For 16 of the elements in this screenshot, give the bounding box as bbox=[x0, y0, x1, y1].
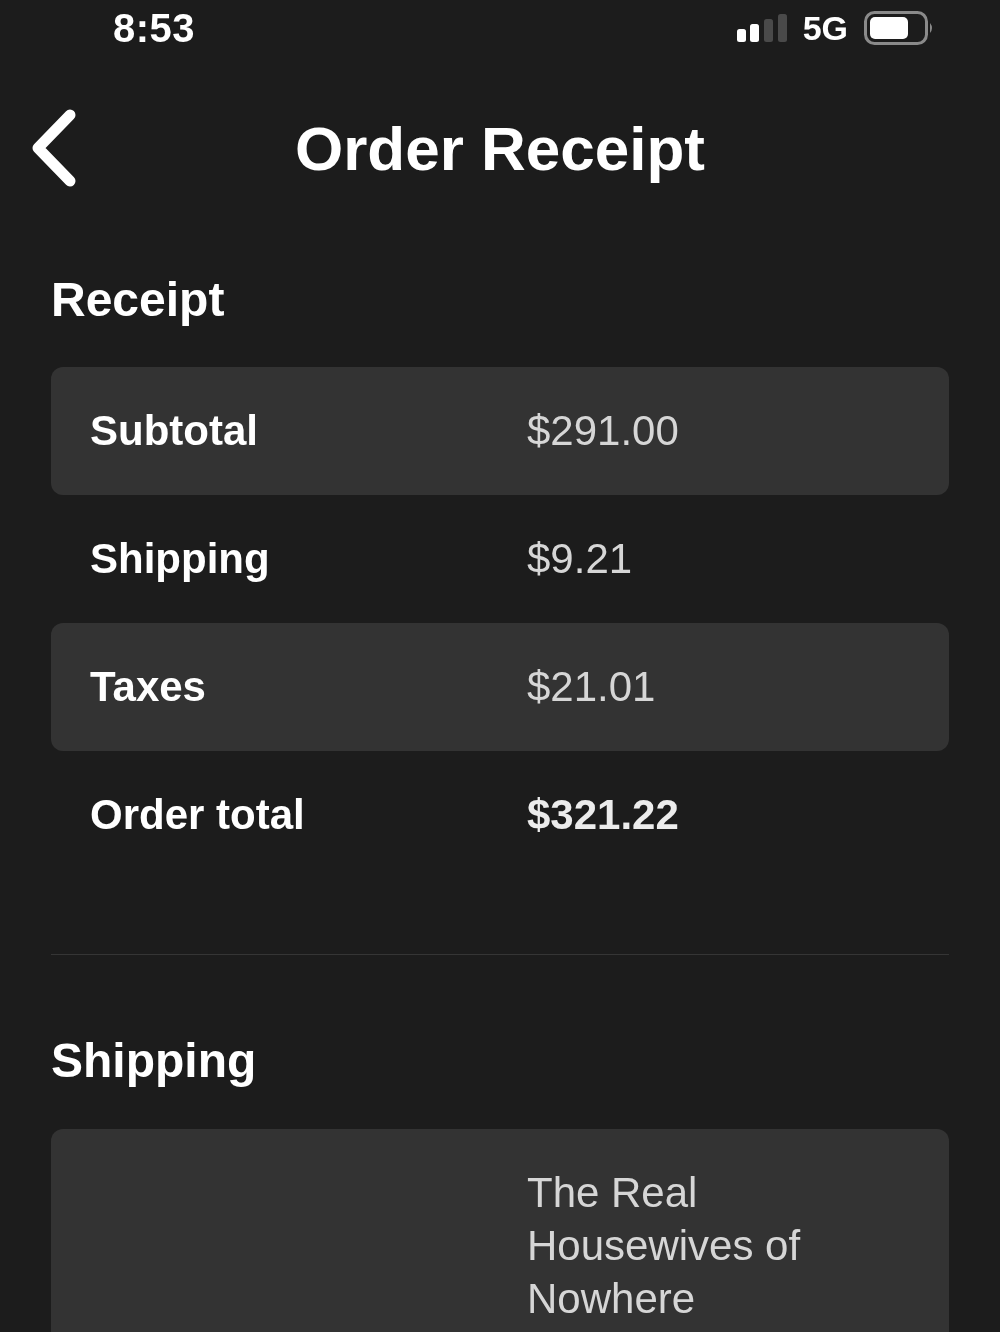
row-label: Taxes bbox=[90, 663, 207, 711]
signal-icon bbox=[736, 14, 787, 42]
row-label: Shipping bbox=[90, 535, 271, 583]
section-heading: Shipping bbox=[51, 1033, 258, 1089]
section-heading: Receipt bbox=[51, 272, 226, 328]
shipping-value: The Real Housewives of Nowhere bbox=[527, 1168, 802, 1324]
row-label: Order total bbox=[90, 791, 306, 839]
row-value: $291.00 bbox=[527, 407, 680, 455]
row-value: $9.21 bbox=[527, 535, 634, 583]
network-label: 5G bbox=[802, 8, 848, 48]
status-time: 8:53 bbox=[113, 5, 196, 51]
total-value: $321.22 bbox=[527, 791, 680, 839]
battery-icon bbox=[864, 11, 934, 45]
row-value: $21.01 bbox=[527, 663, 657, 711]
page-title: Order Receipt bbox=[295, 112, 705, 184]
row-label: Subtotal bbox=[90, 407, 259, 455]
